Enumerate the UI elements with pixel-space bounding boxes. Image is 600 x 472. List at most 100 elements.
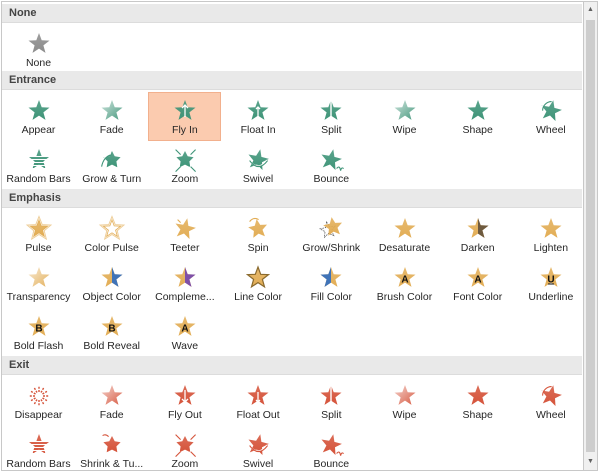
effect-emphasis-bold-reveal[interactable]: B Bold Reveal <box>75 308 148 357</box>
effect-emphasis-fill-color[interactable]: Fill Color <box>295 259 368 308</box>
none-star-icon-wrap <box>26 30 52 56</box>
effect-label: Teeter <box>170 242 200 254</box>
effect-exit-bounce-out[interactable]: Bounce <box>295 426 368 470</box>
effect-label: Swivel <box>242 458 274 470</box>
effect-label: Lighten <box>533 242 569 254</box>
effect-none-none[interactable]: None <box>2 25 75 74</box>
line-color-star-icon-wrap <box>245 264 271 290</box>
effect-entrance-split[interactable]: Split <box>295 92 368 141</box>
zoom-star-icon <box>174 148 196 172</box>
effect-label: Fly Out <box>167 409 202 421</box>
wipe-out-star-icon-wrap <box>392 382 418 408</box>
effect-entrance-grow-turn[interactable]: Grow & Turn <box>75 141 148 190</box>
svg-text:A: A <box>181 324 188 335</box>
effect-entrance-float-in[interactable]: Float In <box>222 92 295 141</box>
underline-star-icon: U <box>540 267 562 287</box>
appear-star-icon-wrap <box>26 97 52 123</box>
grow-turn-star-icon-wrap <box>99 146 125 172</box>
effect-emphasis-wave[interactable]: A Wave <box>148 308 221 357</box>
darken-star-icon-wrap <box>465 215 491 241</box>
effect-label: Darken <box>460 242 495 254</box>
effect-label: Shape <box>462 409 493 421</box>
effect-emphasis-bold-flash[interactable]: B Bold Flash <box>2 308 75 357</box>
effect-exit-random-bars-out[interactable]: Random Bars <box>2 426 75 470</box>
effect-emphasis-complementary-color[interactable]: Compleme... <box>148 259 221 308</box>
wipe-star-icon <box>394 100 415 120</box>
split-star-icon-wrap <box>318 97 344 123</box>
effect-label: Wipe <box>392 409 417 421</box>
effect-exit-float-out[interactable]: Float Out <box>222 377 295 426</box>
bounce-out-star-icon <box>321 434 345 456</box>
effect-emphasis-spin[interactable]: Spin <box>222 210 295 259</box>
effect-exit-fade-out[interactable]: Fade <box>75 377 148 426</box>
zoom-out-star-icon-wrap <box>172 431 198 457</box>
effect-emphasis-transparency[interactable]: Transparency <box>2 259 75 308</box>
scroll-down-arrow-icon[interactable]: ▼ <box>584 454 597 470</box>
effect-emphasis-pulse[interactable]: Pulse <box>2 210 75 259</box>
float-in-star-icon-wrap <box>245 97 271 123</box>
fly-out-star-icon <box>174 385 196 405</box>
disappear-star-icon <box>28 386 49 406</box>
fly-in-star-icon <box>174 100 196 120</box>
effect-entrance-wheel[interactable]: Wheel <box>514 92 583 141</box>
split-out-star-icon-wrap <box>318 382 344 408</box>
section-header-emphasis: Emphasis <box>2 189 582 208</box>
vertical-scrollbar[interactable]: ▲ ▼ <box>583 1 598 471</box>
bold-reveal-star-icon: B <box>101 316 123 336</box>
effect-entrance-shape[interactable]: Shape <box>441 92 514 141</box>
effect-emphasis-object-color[interactable]: Object Color <box>75 259 148 308</box>
effect-emphasis-color-pulse[interactable]: Color Pulse <box>75 210 148 259</box>
effect-exit-fly-out[interactable]: Fly Out <box>148 377 221 426</box>
effect-label: Split <box>321 124 342 136</box>
effect-label: Spin <box>247 242 269 254</box>
effect-emphasis-brush-color[interactable]: A Brush Color <box>368 259 441 308</box>
effect-exit-shrink-turn[interactable]: Shrink & Tu... <box>75 426 148 470</box>
effect-entrance-fly-in[interactable]: Fly In <box>148 92 222 141</box>
effect-emphasis-darken[interactable]: Darken <box>441 210 514 259</box>
wipe-out-star-icon <box>394 385 415 405</box>
effect-label: Zoom <box>171 173 199 185</box>
scroll-up-arrow-icon[interactable]: ▲ <box>584 2 597 18</box>
effect-label: Pulse <box>25 242 52 254</box>
underline-star-icon-wrap: U <box>538 264 564 290</box>
effect-emphasis-font-color[interactable]: A Font Color <box>441 259 514 308</box>
effect-entrance-zoom[interactable]: Zoom <box>148 141 221 190</box>
effect-entrance-swivel[interactable]: Swivel <box>222 141 295 190</box>
float-in-star-icon <box>247 100 269 120</box>
appear-star-icon <box>28 100 49 120</box>
effect-exit-shape-out[interactable]: Shape <box>441 377 514 426</box>
fly-out-star-icon-wrap <box>172 382 198 408</box>
effect-emphasis-line-color[interactable]: Line Color <box>222 259 295 308</box>
effect-entrance-fade[interactable]: Fade <box>75 92 148 141</box>
svg-text:A: A <box>474 275 481 286</box>
effect-exit-split-out[interactable]: Split <box>295 377 368 426</box>
effect-label: Wipe <box>392 124 417 136</box>
section-header-entrance: Entrance <box>2 71 582 90</box>
effect-exit-zoom-out[interactable]: Zoom <box>148 426 221 470</box>
effect-emphasis-underline[interactable]: U Underline <box>514 259 583 308</box>
effect-label: Object Color <box>82 291 141 303</box>
effect-emphasis-lighten[interactable]: Lighten <box>514 210 583 259</box>
section-header-none: None <box>2 4 582 23</box>
wheel-star-icon <box>541 100 562 121</box>
effect-entrance-bounce[interactable]: Bounce <box>295 141 368 190</box>
effect-exit-wheel-out[interactable]: Wheel <box>514 377 583 426</box>
effect-exit-disappear[interactable]: Disappear <box>2 377 75 426</box>
scrollbar-thumb[interactable] <box>586 20 595 452</box>
effect-label: Brush Color <box>376 291 433 303</box>
grow-shrink-star-icon <box>319 217 343 239</box>
effect-entrance-wipe[interactable]: Wipe <box>368 92 441 141</box>
animation-gallery: None None Entrance Appear Fade Fly In Float In… <box>1 1 583 471</box>
effect-emphasis-desaturate[interactable]: Desaturate <box>368 210 441 259</box>
effect-emphasis-teeter[interactable]: Teeter <box>148 210 221 259</box>
svg-text:A: A <box>401 275 408 286</box>
effect-emphasis-grow-shrink[interactable]: Grow/Shrink <box>295 210 368 259</box>
effect-label: Float In <box>240 124 276 136</box>
disappear-star-icon-wrap <box>26 382 52 408</box>
object-color-star-icon-wrap <box>99 264 125 290</box>
effect-entrance-appear[interactable]: Appear <box>2 92 75 141</box>
effect-entrance-random-bars[interactable]: Random Bars <box>2 141 75 190</box>
effect-exit-wipe-out[interactable]: Wipe <box>368 377 441 426</box>
effect-exit-swivel-out[interactable]: Swivel <box>222 426 295 470</box>
teeter-star-icon <box>175 218 196 239</box>
